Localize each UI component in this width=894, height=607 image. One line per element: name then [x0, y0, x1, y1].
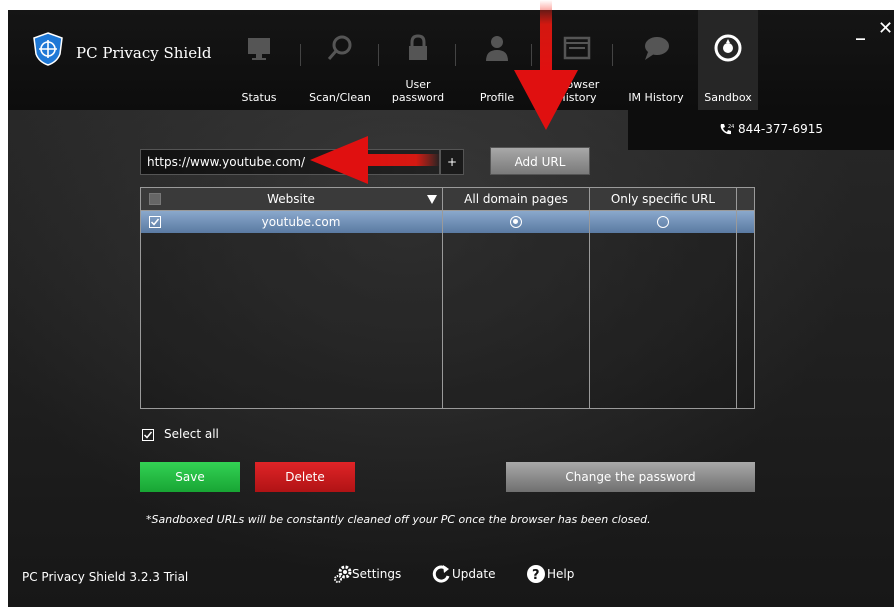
tab-label: User password [391, 78, 445, 104]
url-input[interactable] [140, 149, 440, 175]
select-all-label: Select all [164, 427, 219, 441]
sandbox-icon [714, 34, 742, 62]
app-window: PC Privacy Shield Status Scan/Clean User… [8, 10, 894, 607]
minimize-button[interactable]: _ [856, 20, 865, 41]
tab-label: Browser History [554, 78, 600, 104]
sandbox-url-table: Website All domain pages Only specific U… [140, 187, 755, 409]
tab-label: Status [241, 91, 277, 104]
version-label: PC Privacy Shield 3.2.3 Trial [22, 570, 189, 584]
svg-text:24: 24 [728, 124, 734, 130]
tab-status[interactable]: Status [230, 10, 288, 110]
save-button[interactable]: Save [140, 462, 240, 492]
tab-browser-history[interactable]: Browser History [546, 10, 608, 110]
phone-number: 844-377-6915 [738, 122, 824, 136]
monitor-icon [248, 38, 270, 60]
refresh-icon [432, 565, 450, 583]
radio-only-specific-url[interactable] [657, 216, 669, 228]
column-header-website[interactable]: Website [141, 188, 441, 210]
change-password-button[interactable]: Change the password [506, 462, 755, 492]
help-icon: ? [527, 565, 545, 583]
select-all-box[interactable] [142, 429, 154, 441]
tab-label: IM History [628, 91, 684, 104]
tab-label: Sandbox [704, 91, 752, 104]
checkmark-icon [143, 431, 153, 439]
tab-divider [612, 44, 613, 66]
tab-profile[interactable]: Profile [472, 10, 522, 110]
tab-divider [531, 44, 532, 66]
radio-all-domain-pages[interactable] [510, 216, 522, 228]
update-label: Update [452, 567, 496, 581]
help-label: Help [547, 567, 575, 581]
person-icon [486, 36, 508, 61]
svg-text:?: ? [532, 568, 540, 583]
column-divider [736, 188, 737, 408]
sort-arrow-icon[interactable] [427, 195, 437, 204]
plus-button[interactable]: + [440, 149, 464, 175]
column-header-specific-url[interactable]: Only specific URL [590, 188, 736, 210]
delete-button[interactable]: Delete [255, 462, 355, 492]
top-bar: PC Privacy Shield Status Scan/Clean User… [8, 10, 894, 110]
phone-24h-icon: 24 [720, 124, 734, 135]
website-cell: youtube.com [261, 215, 341, 229]
lock-icon [409, 34, 427, 60]
tab-label: Profile [479, 91, 515, 104]
app-title: PC Privacy Shield [76, 44, 212, 62]
shield-logo-icon [33, 32, 63, 66]
settings-label: Settings [352, 567, 402, 581]
gear-icon [334, 565, 352, 583]
column-divider [442, 188, 443, 408]
tab-label: Scan/Clean [309, 91, 371, 104]
tab-user-password[interactable]: User password [386, 10, 450, 110]
tab-sandbox[interactable]: Sandbox [698, 10, 758, 110]
column-divider [589, 188, 590, 408]
add-url-button[interactable]: Add URL [490, 147, 590, 175]
tab-im-history[interactable]: IM History [620, 10, 692, 110]
tab-divider [455, 44, 456, 66]
close-button[interactable]: ✕ [878, 18, 893, 39]
tab-scan-clean[interactable]: Scan/Clean [301, 10, 379, 110]
table-header: Website All domain pages Only specific U… [141, 188, 754, 211]
column-header-all-domain[interactable]: All domain pages [443, 188, 589, 210]
table-row[interactable]: youtube.com [141, 211, 754, 233]
sandbox-footnote: *Sandboxed URLs will be constantly clean… [146, 513, 651, 526]
tab-divider [378, 44, 379, 66]
support-phone: 24 844-377-6915 [628, 110, 894, 150]
browser-window-icon [563, 36, 591, 60]
chat-bubble-icon [645, 37, 669, 60]
magnifier-icon [327, 35, 352, 60]
